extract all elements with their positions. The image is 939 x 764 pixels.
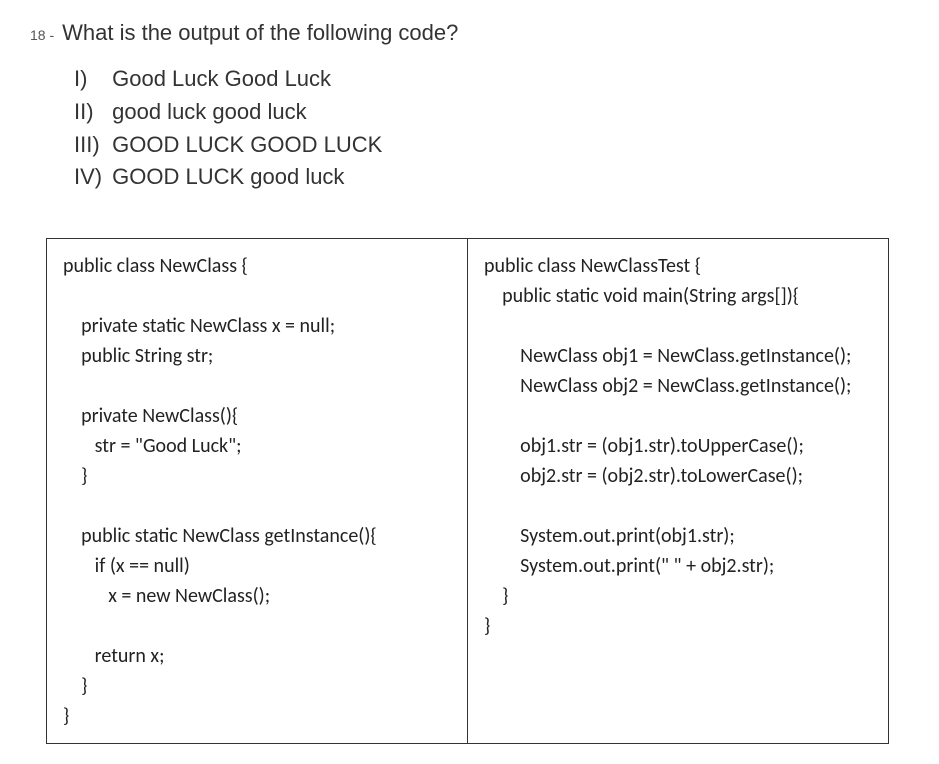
option-label: II) xyxy=(74,97,106,128)
option-item: III) GOOD LUCK GOOD LUCK xyxy=(74,130,909,161)
question-text: What is the output of the following code… xyxy=(62,20,458,46)
option-text: good luck good luck xyxy=(112,99,306,124)
option-item: I) Good Luck Good Luck xyxy=(74,64,909,95)
option-text: GOOD LUCK good luck xyxy=(112,164,344,189)
option-label: IV) xyxy=(74,162,106,193)
code-box: public class NewClass { private static N… xyxy=(46,238,889,744)
option-text: GOOD LUCK GOOD LUCK xyxy=(112,132,382,157)
option-item: IV) GOOD LUCK good luck xyxy=(74,162,909,193)
option-item: II) good luck good luck xyxy=(74,97,909,128)
option-label: III) xyxy=(74,130,106,161)
question-number: 18 - xyxy=(30,27,54,43)
question-header: 18 - What is the output of the following… xyxy=(30,20,909,46)
option-text: Good Luck Good Luck xyxy=(112,66,331,91)
options-list: I) Good Luck Good Luck II) good luck goo… xyxy=(74,64,909,193)
code-right-column: public class NewClassTest { public stati… xyxy=(468,239,888,743)
option-label: I) xyxy=(74,64,106,95)
code-left-column: public class NewClass { private static N… xyxy=(47,239,468,743)
